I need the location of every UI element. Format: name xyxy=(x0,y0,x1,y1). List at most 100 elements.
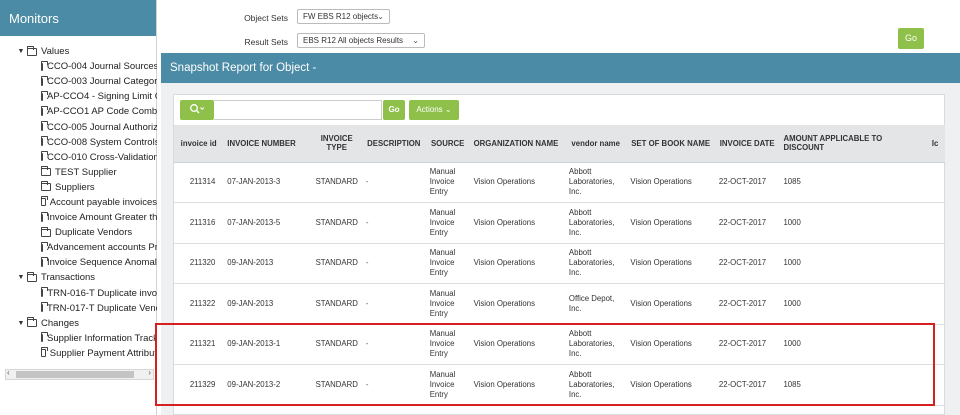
table-cell: Vision Operations xyxy=(626,162,715,203)
tree-item[interactable]: CCO-010 Cross-Validation xyxy=(0,150,157,165)
tree-item[interactable]: TRN-017-T Duplicate Venc xyxy=(0,301,157,316)
table-row[interactable]: 211322 09-JAN-2013 STANDARD - Manual Invoice… xyxy=(174,283,945,325)
actions-button[interactable]: Actions ⌄ xyxy=(409,100,459,120)
monitors-panel: Monitors ▼ Values CCO-004 Journal Sources C… xyxy=(0,0,157,415)
tree-item-label: Invoice Sequence Anomali xyxy=(47,257,157,269)
column-header[interactable]: AMOUNT APPLICABLE TO DISCOUNT xyxy=(779,125,926,163)
tree-item[interactable]: TEST Supplier xyxy=(0,165,157,180)
table-row[interactable]: 211321 09-JAN-2013-1 STANDARD - Manual Invoi… xyxy=(174,324,945,365)
search-go-button[interactable]: Go xyxy=(383,100,405,120)
result-sets-select[interactable]: EBS R12 All objects Results ⌄ xyxy=(297,33,425,48)
tree-item[interactable]: Invoice Sequence Anomali xyxy=(0,255,157,270)
table-row[interactable]: 211320 09-JAN-2013 STANDARD - Manual Invoice… xyxy=(174,243,945,284)
column-header[interactable]: INVOICE TYPE xyxy=(311,125,362,163)
table-row[interactable]: 211316 07-JAN-2013-5 STANDARD - Manual Invoi… xyxy=(174,202,945,244)
expand-toggle-icon[interactable]: ▼ xyxy=(17,316,25,331)
table-row[interactable]: 211314 07-JAN-2013-3 STANDARD - Manual Invoi… xyxy=(174,162,945,203)
table-cell: STANDARD xyxy=(311,324,362,365)
result-sets-label: Result Sets xyxy=(244,37,288,47)
expand-toggle-icon[interactable]: ▼ xyxy=(17,44,25,59)
object-sets-select[interactable]: FW EBS R12 objects ⌄ xyxy=(297,9,390,24)
tree-item[interactable]: CCO-003 Journal Categori xyxy=(0,74,157,89)
scroll-right-icon[interactable]: › xyxy=(148,368,151,377)
tree-item-label: TEST Supplier xyxy=(55,166,117,178)
table-cell: Vision Operations xyxy=(469,364,565,406)
tree-item[interactable]: Supplier Payment Attribut xyxy=(0,346,157,361)
table-cell: Vision Operations xyxy=(626,364,715,406)
table-cell: Vision Operations xyxy=(469,202,565,244)
tree-item[interactable]: Suppliers xyxy=(0,180,157,195)
folder-icon xyxy=(41,256,48,267)
tree-item-label: Advancement accounts Pr xyxy=(47,242,157,254)
folder-icon xyxy=(27,45,37,56)
table-cell: Abbott Laboratories, Inc. xyxy=(564,202,627,244)
column-header[interactable]: SET OF BOOK NAME xyxy=(626,125,715,163)
go-button[interactable]: Go xyxy=(898,28,924,49)
result-sets-value: EBS R12 All objects Results xyxy=(303,36,404,45)
tree-group[interactable]: ▼ Changes xyxy=(0,316,157,331)
table-cell: Abbott Laboratories, Inc. xyxy=(564,162,627,203)
table-cell: Manual Invoice Entry xyxy=(425,364,470,406)
chevron-down-icon: ⌄ xyxy=(412,36,419,45)
column-header[interactable]: ORGANIZATION NAME xyxy=(469,125,565,163)
report-title: Snapshot Report for Object - xyxy=(161,53,960,83)
table-cell: STANDARD xyxy=(311,243,362,284)
tree-item[interactable]: Duplicate Vendors xyxy=(0,225,157,240)
folder-icon xyxy=(41,196,48,207)
search-input[interactable] xyxy=(214,100,382,120)
column-header[interactable]: INVOICE DATE xyxy=(714,125,780,163)
tree-item[interactable]: CCO-005 Journal Authoriz xyxy=(0,119,157,134)
table-cell xyxy=(925,202,945,244)
folder-icon xyxy=(41,287,50,298)
folder-icon xyxy=(41,60,48,71)
table-cell: 09-JAN-2013-2 xyxy=(223,364,312,406)
table-cell: 211314 xyxy=(174,162,224,203)
report-table: invoice id INVOICE NUMBER INVOICE TYPE DESC… xyxy=(174,125,945,406)
tree-item[interactable]: Supplier Information Track xyxy=(0,331,157,346)
column-header[interactable]: invoice id xyxy=(174,125,224,163)
expand-toggle-icon[interactable]: ▼ xyxy=(17,270,25,285)
tree-group[interactable]: ▼ Values xyxy=(0,44,157,59)
tree-item-label: AP-CCO4 - Signing Limit C xyxy=(47,91,157,103)
column-header[interactable]: vendor name xyxy=(564,125,627,163)
tree-item[interactable]: AP-CCO4 - Signing Limit C xyxy=(0,89,157,104)
column-header[interactable]: Ic xyxy=(925,125,945,163)
tree-item[interactable]: TRN-016-T Duplicate invo xyxy=(0,286,157,301)
table-cell: Vision Operations xyxy=(626,324,715,365)
table-cell: Vision Operations xyxy=(469,283,565,325)
tree-item-label: Changes xyxy=(41,317,80,329)
tree-item-label: CCO-003 Journal Categori xyxy=(47,76,157,88)
table-cell: Manual Invoice Entry xyxy=(425,324,470,365)
table-cell: 07-JAN-2013-3 xyxy=(223,162,312,203)
tree-item[interactable]: AP-CCO1 AP Code Combi xyxy=(0,104,157,119)
table-cell: Vision Operations xyxy=(469,324,565,365)
tree-item[interactable]: CCO-004 Journal Sources xyxy=(0,59,157,74)
tree-item[interactable]: Account payable invoices xyxy=(0,195,157,210)
column-header[interactable]: DESCRIPTION xyxy=(361,125,426,163)
search-icon xyxy=(190,104,205,114)
table-cell: 1000 xyxy=(779,324,926,365)
table-cell: - xyxy=(361,283,426,325)
tree-item-label: Supplier Information Track xyxy=(47,332,157,344)
object-sets-value: FW EBS R12 objects xyxy=(303,12,379,21)
search-column-button[interactable] xyxy=(180,100,214,120)
scrollbar-thumb[interactable] xyxy=(16,371,134,378)
table-cell: 1085 xyxy=(779,364,926,406)
table-row[interactable]: 211329 09-JAN-2013-2 STANDARD - Manual Invoi… xyxy=(174,364,945,406)
table-cell: Vision Operations xyxy=(626,202,715,244)
column-header[interactable]: SOURCE xyxy=(425,125,470,163)
table-cell xyxy=(925,283,945,325)
tree-item[interactable]: Invoice Amount Greater th xyxy=(0,210,157,225)
tree-item[interactable]: CCO-008 System Controls xyxy=(0,135,157,150)
tree-item-label: CCO-004 Journal Sources xyxy=(47,61,157,73)
scroll-left-icon[interactable]: ‹ xyxy=(7,368,10,377)
folder-icon xyxy=(41,181,51,192)
table-cell: Manual Invoice Entry xyxy=(425,283,470,325)
tree-horizontal-scrollbar[interactable]: ‹ › xyxy=(5,368,154,380)
tree-item-label: Duplicate Vendors xyxy=(55,227,133,239)
column-header[interactable]: INVOICE NUMBER xyxy=(223,125,312,163)
tree-item[interactable]: Advancement accounts Pr xyxy=(0,240,157,255)
table-cell: 09-JAN-2013 xyxy=(223,243,312,284)
tree-group[interactable]: ▼ Transactions xyxy=(0,270,157,285)
folder-icon xyxy=(41,136,48,147)
